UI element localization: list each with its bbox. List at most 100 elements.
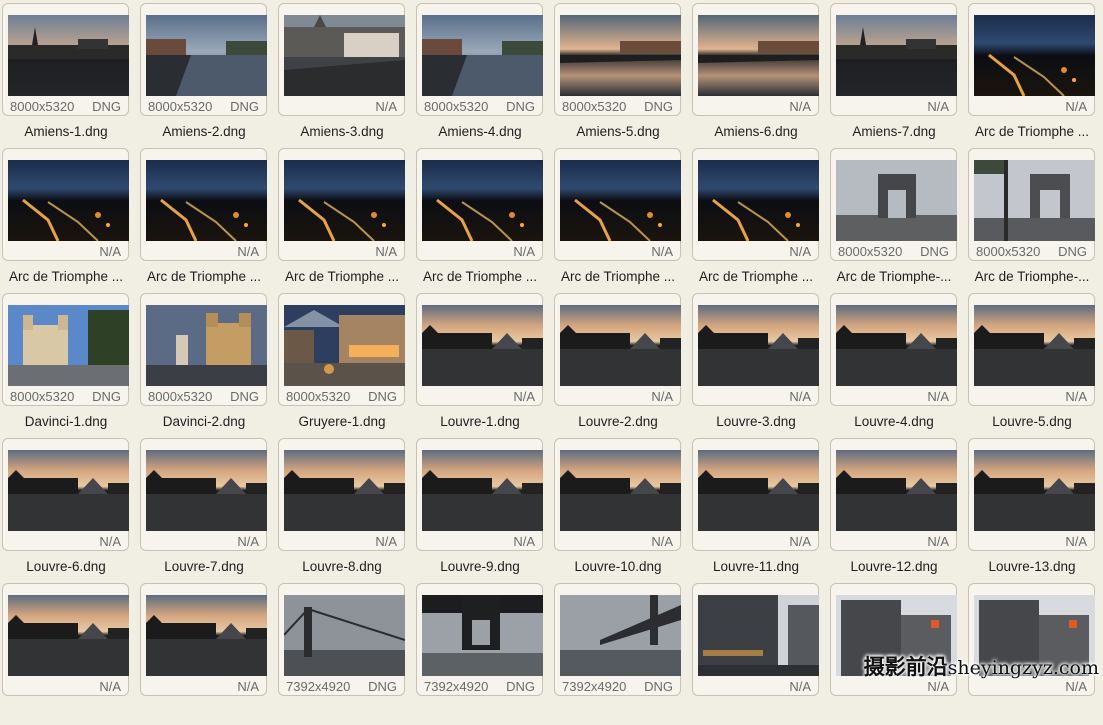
thumbnail-card[interactable]: N/A [416, 293, 543, 406]
file-name-label[interactable]: Arc de Triomphe ... [277, 269, 407, 284]
thumbnail-card[interactable]: 8000x5320 DNG [140, 293, 267, 406]
thumbnail-card[interactable]: 7392x4920 DNG [416, 583, 543, 696]
file-name-label[interactable]: Gruyere-1.dng [277, 414, 407, 429]
file-thumbnail-item[interactable]: N/A Louvre-5.dng [967, 290, 1097, 435]
thumbnail-image[interactable] [422, 305, 543, 386]
thumbnail-card[interactable]: N/A [2, 583, 129, 696]
thumbnail-card[interactable]: 8000x5320 DNG [968, 148, 1095, 261]
thumbnail-image[interactable] [146, 450, 267, 531]
thumbnail-card[interactable]: N/A [830, 438, 957, 551]
file-name-label[interactable]: Arc de Triomphe-... [829, 269, 959, 284]
file-thumbnail-item[interactable]: N/A Arc de Triomphe ... [139, 145, 269, 290]
thumbnail-card[interactable]: 8000x5320 DNG [2, 293, 129, 406]
file-name-label[interactable]: Amiens-7.dng [829, 124, 959, 139]
thumbnail-card[interactable]: 8000x5320 DNG [554, 3, 681, 116]
thumbnail-image[interactable] [146, 160, 267, 241]
file-name-label[interactable]: Louvre-6.dng [1, 559, 131, 574]
file-thumbnail-item[interactable]: 8000x5320 DNG Davinci-1.dng [1, 290, 131, 435]
file-name-label[interactable]: Louvre-5.dng [967, 414, 1097, 429]
file-thumbnail-item[interactable]: N/A Arc de Triomphe ... [1, 145, 131, 290]
thumbnail-image[interactable] [698, 305, 819, 386]
file-thumbnail-item[interactable]: N/A Louvre-6.dng [1, 435, 131, 580]
thumbnail-card[interactable]: 8000x5320 DNG [2, 3, 129, 116]
file-thumbnail-item[interactable]: N/A Arc de Triomphe ... [553, 145, 683, 290]
thumbnail-card[interactable]: N/A [830, 3, 957, 116]
file-thumbnail-item[interactable]: 7392x4920 DNG [277, 580, 407, 725]
file-thumbnail-item[interactable]: N/A Arc de Triomphe ... [967, 0, 1097, 145]
thumbnail-image[interactable] [560, 305, 681, 386]
file-thumbnail-item[interactable]: N/A [1, 580, 131, 725]
file-thumbnail-item[interactable]: 8000x5320 DNG Amiens-2.dng [139, 0, 269, 145]
thumbnail-image[interactable] [8, 450, 129, 531]
thumbnail-image[interactable] [146, 305, 267, 386]
thumbnail-image[interactable] [284, 595, 405, 676]
file-name-label[interactable]: Louvre-3.dng [691, 414, 821, 429]
thumbnail-image[interactable] [560, 595, 681, 676]
thumbnail-card[interactable]: N/A [2, 148, 129, 261]
thumbnail-card[interactable]: 8000x5320 DNG [278, 293, 405, 406]
file-thumbnail-item[interactable]: 8000x5320 DNG Arc de Triomphe-... [829, 145, 959, 290]
file-thumbnail-item[interactable]: N/A Arc de Triomphe ... [691, 145, 821, 290]
thumbnail-image[interactable] [698, 595, 819, 676]
thumbnail-image[interactable] [8, 305, 129, 386]
file-thumbnail-item[interactable]: N/A Louvre-10.dng [553, 435, 683, 580]
thumbnail-card[interactable]: N/A [692, 148, 819, 261]
thumbnail-image[interactable] [836, 450, 957, 531]
thumbnail-image[interactable] [146, 15, 267, 96]
thumbnail-card[interactable]: N/A [692, 3, 819, 116]
file-name-label[interactable]: Davinci-2.dng [139, 414, 269, 429]
thumbnail-image[interactable] [284, 15, 405, 96]
thumbnail-card[interactable]: N/A [554, 148, 681, 261]
thumbnail-card[interactable]: N/A [968, 3, 1095, 116]
file-name-label[interactable]: Arc de Triomphe-... [967, 269, 1097, 284]
thumbnail-image[interactable] [284, 160, 405, 241]
thumbnail-card[interactable]: N/A [2, 438, 129, 551]
thumbnail-card[interactable]: N/A [140, 583, 267, 696]
file-name-label[interactable]: Amiens-5.dng [553, 124, 683, 139]
thumbnail-card[interactable]: N/A [830, 293, 957, 406]
thumbnail-card[interactable]: N/A [278, 148, 405, 261]
thumbnail-image[interactable] [422, 15, 543, 96]
file-thumbnail-item[interactable]: N/A Louvre-4.dng [829, 290, 959, 435]
file-thumbnail-item[interactable]: 8000x5320 DNG Davinci-2.dng [139, 290, 269, 435]
thumbnail-image[interactable] [836, 305, 957, 386]
file-thumbnail-item[interactable]: N/A Amiens-7.dng [829, 0, 959, 145]
thumbnail-image[interactable] [560, 15, 681, 96]
thumbnail-image[interactable] [974, 15, 1095, 96]
thumbnail-image[interactable] [836, 160, 957, 241]
file-name-label[interactable]: Louvre-4.dng [829, 414, 959, 429]
file-name-label[interactable]: Arc de Triomphe ... [139, 269, 269, 284]
thumbnail-image[interactable] [698, 450, 819, 531]
thumbnail-image[interactable] [422, 595, 543, 676]
file-thumbnail-item[interactable]: N/A [691, 580, 821, 725]
file-thumbnail-item[interactable]: 8000x5320 DNG Amiens-1.dng [1, 0, 131, 145]
file-thumbnail-item[interactable]: N/A Louvre-7.dng [139, 435, 269, 580]
thumbnail-image[interactable] [560, 160, 681, 241]
thumbnail-image[interactable] [974, 160, 1095, 241]
thumbnail-image[interactable] [974, 450, 1095, 531]
thumbnail-image[interactable] [422, 450, 543, 531]
file-name-label[interactable]: Louvre-8.dng [277, 559, 407, 574]
thumbnail-image[interactable] [974, 305, 1095, 386]
file-name-label[interactable]: Arc de Triomphe ... [967, 124, 1097, 139]
file-name-label[interactable]: Louvre-13.dng [967, 559, 1097, 574]
thumbnail-card[interactable]: 8000x5320 DNG [140, 3, 267, 116]
file-name-label[interactable]: Amiens-4.dng [415, 124, 545, 139]
file-thumbnail-item[interactable]: N/A Arc de Triomphe ... [277, 145, 407, 290]
thumbnail-image[interactable] [698, 160, 819, 241]
thumbnail-image[interactable] [8, 15, 129, 96]
file-thumbnail-item[interactable]: 8000x5320 DNG Gruyere-1.dng [277, 290, 407, 435]
thumbnail-card[interactable]: 8000x5320 DNG [830, 148, 957, 261]
thumbnail-card[interactable]: N/A [692, 438, 819, 551]
file-thumbnail-item[interactable]: N/A Louvre-8.dng [277, 435, 407, 580]
file-name-label[interactable]: Louvre-7.dng [139, 559, 269, 574]
file-thumbnail-item[interactable]: N/A Louvre-3.dng [691, 290, 821, 435]
thumbnail-card[interactable]: N/A [278, 3, 405, 116]
file-thumbnail-item[interactable]: N/A Louvre-1.dng [415, 290, 545, 435]
thumbnail-image[interactable] [560, 450, 681, 531]
thumbnail-image[interactable] [284, 450, 405, 531]
file-thumbnail-item[interactable]: 8000x5320 DNG Arc de Triomphe-... [967, 145, 1097, 290]
thumbnail-image[interactable] [698, 15, 819, 96]
file-name-label[interactable]: Louvre-1.dng [415, 414, 545, 429]
file-thumbnail-item[interactable]: 7392x4920 DNG [415, 580, 545, 725]
